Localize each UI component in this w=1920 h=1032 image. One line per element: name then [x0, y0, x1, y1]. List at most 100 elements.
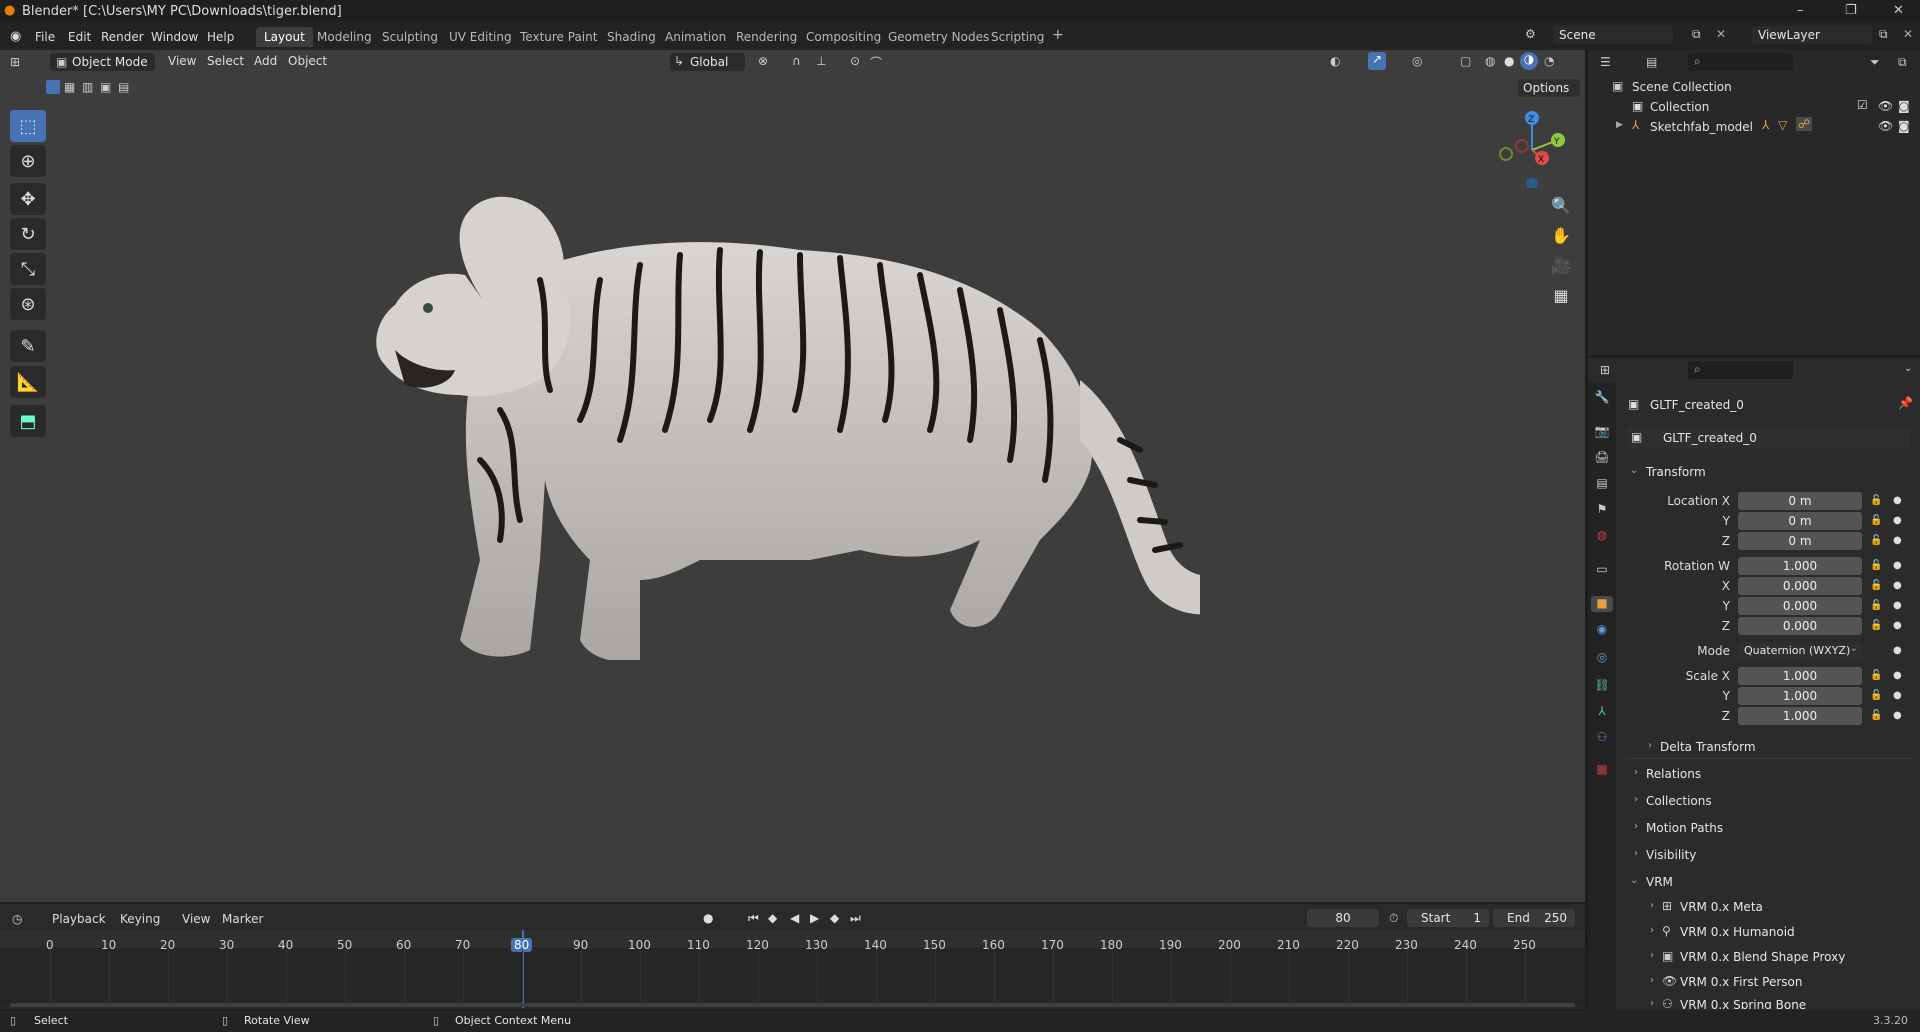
tab-sculpting[interactable]: Sculpting [382, 30, 438, 44]
zoom-view-button[interactable]: 🔍 [1549, 196, 1573, 220]
scene-tab-icon[interactable]: ⚑ [1594, 502, 1610, 518]
timeline-editor-icon[interactable]: ◷ [12, 912, 22, 926]
lock-icon[interactable]: 🔓 [1870, 580, 1882, 591]
tab-animation[interactable]: Animation [665, 30, 726, 44]
select-new-icon[interactable] [46, 80, 60, 94]
view-layer-field[interactable]: ViewLayer [1752, 26, 1872, 44]
add-scene-icon[interactable]: ⧉ [1692, 27, 1701, 42]
menu-render[interactable]: Render [101, 30, 144, 44]
collection-visibility-icon[interactable]: 👁 [1878, 99, 1893, 113]
scene-field[interactable]: Scene [1553, 26, 1673, 44]
keyframe-dot-icon[interactable]: ● [1893, 620, 1902, 631]
snap-icon[interactable]: ∩ [792, 54, 801, 68]
relations-section-header[interactable]: Relations [1646, 767, 1701, 781]
menu-file[interactable]: File [35, 30, 55, 44]
select-intersect-icon[interactable]: ▤ [118, 80, 129, 94]
proportional-edit-icon[interactable]: ⊙ [850, 54, 860, 68]
properties-search[interactable]: ⌕ [1688, 361, 1793, 379]
select-extend-icon[interactable]: ▦ [64, 80, 75, 94]
snap-target-icon[interactable]: ⊥ [816, 54, 826, 68]
object-name-field[interactable]: ▣ GLTF_created_0 [1627, 428, 1910, 448]
select-invert-icon[interactable]: ▣ [100, 80, 111, 94]
record-icon[interactable]: ● [703, 911, 713, 925]
collection-render-icon[interactable]: ◙ [1898, 99, 1910, 113]
motion-paths-section-header[interactable]: Motion Paths [1646, 821, 1723, 835]
perspective-toggle-button[interactable]: ▦ [1549, 286, 1573, 310]
scale-y-field[interactable]: 1.000 [1738, 687, 1862, 705]
jump-start-icon[interactable]: ⏮ [748, 911, 759, 926]
vrm-collapse-icon[interactable]: ⌄ [1630, 875, 1638, 886]
physics-tab-icon[interactable]: ◎ [1594, 650, 1610, 666]
menu-edit[interactable]: Edit [68, 30, 91, 44]
visibility-expand-icon[interactable]: › [1634, 848, 1638, 859]
overlays-toggle-icon[interactable]: ◎ [1412, 54, 1422, 68]
bone-tab-icon[interactable]: ⚇ [1594, 730, 1610, 746]
keyframe-dot-icon[interactable]: ● [1893, 515, 1902, 526]
properties-options-icon[interactable]: ⌄ [1904, 363, 1912, 374]
gizmos-toggle-icon[interactable]: ↗ [1368, 52, 1386, 70]
end-frame-field[interactable]: End 250 [1493, 909, 1575, 927]
texture-tab-icon[interactable]: ▩ [1594, 762, 1610, 778]
annotate-tool[interactable]: ✎ [10, 330, 46, 362]
transform-orientation-selector[interactable]: ↳ Global [670, 53, 745, 71]
add-cube-tool[interactable]: ⬒ [10, 405, 46, 437]
keyframe-dot-icon[interactable]: ● [1893, 535, 1902, 546]
tab-compositing[interactable]: Compositing [806, 30, 881, 44]
navigation-gizmo[interactable]: Z Y X [1490, 108, 1570, 188]
menu-window[interactable]: Window [151, 30, 198, 44]
lock-icon[interactable]: 🔓 [1870, 690, 1882, 701]
tab-layout[interactable]: Layout [256, 27, 313, 47]
play-reverse-icon[interactable]: ◀ [790, 911, 799, 925]
current-frame-field[interactable]: 80 [1307, 909, 1379, 927]
move-tool[interactable]: ✥ [10, 183, 46, 215]
transform-section-header[interactable]: Transform [1646, 465, 1706, 479]
timeline-menu-keying[interactable]: Keying [120, 912, 160, 926]
viewport-menu-add[interactable]: Add [254, 54, 277, 68]
jump-end-icon[interactable]: ⏭ [850, 911, 861, 926]
timeline-menu-playback[interactable]: Playback [52, 912, 106, 926]
close-button[interactable]: ✕ [1893, 3, 1904, 18]
tab-rendering[interactable]: Rendering [736, 30, 797, 44]
viewport-menu-select[interactable]: Select [207, 54, 244, 68]
play-icon[interactable]: ▶ [810, 911, 819, 925]
object-render-icon[interactable]: ◙ [1898, 119, 1910, 133]
output-tab-icon[interactable]: 🖨 [1594, 450, 1610, 466]
select-subtract-icon[interactable]: ▥ [82, 80, 93, 94]
rotation-y-field[interactable]: 0.000 [1738, 597, 1862, 615]
transform-collapse-icon[interactable]: ⌄ [1630, 465, 1638, 476]
properties-editor-icon[interactable]: ⊞ [1600, 363, 1610, 377]
keyframe-dot-icon[interactable]: ● [1893, 560, 1902, 571]
outliner[interactable]: ☰ ▤ ⌕ ⏷ ⧉ ▣ Scene Collection ▣ Collectio… [1588, 50, 1920, 355]
delta-transform-header[interactable]: Delta Transform [1660, 740, 1756, 754]
measure-tool[interactable]: 📐 [10, 366, 46, 398]
rotation-w-field[interactable]: 1.000 [1738, 557, 1862, 575]
rendered-shading-icon[interactable]: ◔ [1544, 54, 1554, 68]
lock-icon[interactable]: 🔓 [1870, 600, 1882, 611]
location-x-field[interactable]: 0 m [1738, 492, 1862, 510]
wireframe-shading-icon[interactable]: ◍ [1485, 54, 1495, 68]
vrm-blend-shape-expand-icon[interactable]: › [1650, 950, 1654, 961]
motion-paths-expand-icon[interactable]: › [1634, 821, 1638, 832]
render-tab-icon[interactable]: 📷 [1594, 424, 1610, 440]
tab-modeling[interactable]: Modeling [317, 30, 372, 44]
lock-icon[interactable]: 🔓 [1870, 515, 1882, 526]
xray-toggle-icon[interactable]: ▢ [1460, 54, 1471, 68]
vrm-humanoid-expand-icon[interactable]: › [1650, 925, 1654, 936]
remove-view-layer-icon[interactable]: ✕ [1903, 27, 1913, 41]
lock-icon[interactable]: 🔓 [1870, 495, 1882, 506]
rotation-z-field[interactable]: 0.000 [1738, 617, 1862, 635]
add-workspace-button[interactable]: + [1052, 27, 1064, 43]
tab-geometry-nodes[interactable]: Geometry Nodes [888, 30, 989, 44]
visibility-selector-icon[interactable]: ◐ [1330, 54, 1340, 68]
cursor-tool[interactable]: ⊕ [10, 145, 46, 177]
select-box-tool[interactable]: ⬚ [10, 110, 46, 142]
keyframe-dot-icon[interactable]: ● [1893, 495, 1902, 506]
vrm-first-person-expand-icon[interactable]: › [1650, 975, 1654, 986]
lock-icon[interactable]: 🔓 [1870, 560, 1882, 571]
collection-checkbox[interactable]: ☑ [1857, 98, 1868, 112]
falloff-icon[interactable]: ⌒ [870, 54, 882, 71]
material-shading-icon[interactable]: ◑ [1520, 52, 1538, 70]
editor-type-icon[interactable]: ⊞ [10, 55, 20, 69]
constraints-tab-icon[interactable]: ⛓ [1594, 678, 1610, 694]
jump-keyframe-forward-icon[interactable]: ◆ [830, 911, 839, 925]
